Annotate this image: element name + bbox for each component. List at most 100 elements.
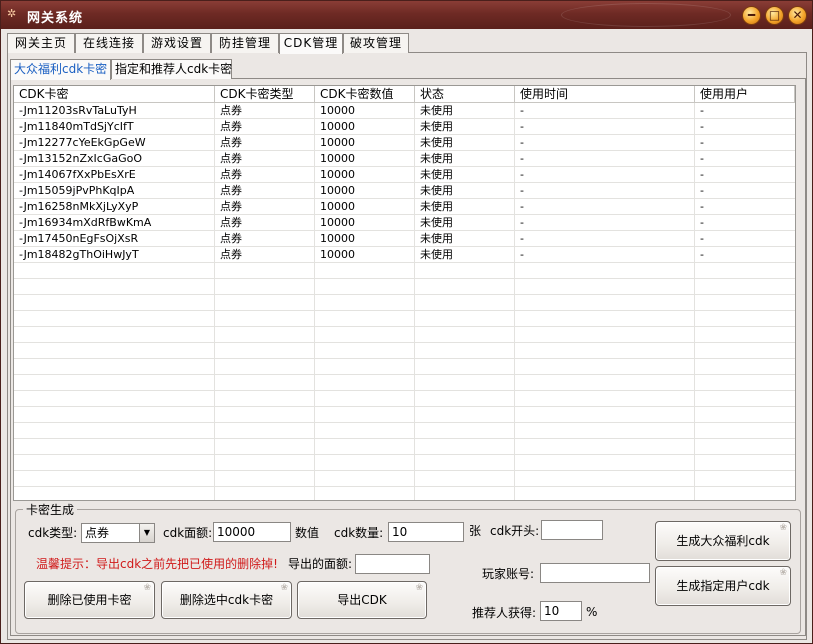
table-row[interactable]: [14, 471, 795, 487]
table-cell: 点券: [215, 215, 315, 231]
table-row[interactable]: -Jm15059jPvPhKqIpA 点券 10000 未使用 - -: [14, 183, 795, 199]
table-row[interactable]: [14, 327, 795, 343]
table-row[interactable]: [14, 375, 795, 391]
table-row[interactable]: -Jm16258nMkXjLyXyP 点券 10000 未使用 - -: [14, 199, 795, 215]
referrer-percent-input[interactable]: 10: [540, 601, 582, 621]
cdk-table[interactable]: CDK卡密 CDK卡密类型 CDK卡密数值 状态 使用时间 使用用户 -Jm11…: [13, 85, 796, 501]
generate-user-cdk-button[interactable]: 生成指定用户cdk ❀: [655, 566, 791, 606]
table-row[interactable]: -Jm16934mXdRfBwKmA 点券 10000 未使用 - -: [14, 215, 795, 231]
tab-game-settings[interactable]: 游戏设置: [143, 33, 211, 53]
tab-label: 在线连接: [82, 36, 135, 50]
chevron-down-icon[interactable]: ▼: [139, 524, 154, 542]
table-row[interactable]: [14, 423, 795, 439]
table-row[interactable]: [14, 439, 795, 455]
table-cell: [515, 263, 695, 279]
table-cell: -: [700, 168, 704, 181]
delete-used-label: 删除已使用卡密: [47, 593, 132, 607]
cdk-prefix-input[interactable]: [541, 520, 603, 540]
table-row[interactable]: -Jm17450nEgFsOjXsR 点券 10000 未使用 - -: [14, 231, 795, 247]
table-cell: [315, 439, 415, 455]
table-cell: -: [515, 215, 695, 231]
close-button[interactable]: ✕: [788, 6, 807, 25]
table-row[interactable]: [14, 359, 795, 375]
tab-anti-cheat[interactable]: 防挂管理: [211, 33, 279, 53]
column-header-used-time[interactable]: 使用时间: [515, 86, 695, 103]
table-cell: [515, 487, 695, 500]
column-header-cdk[interactable]: CDK卡密: [14, 86, 215, 103]
export-cdk-button[interactable]: 导出CDK ❀: [297, 581, 427, 619]
tab-label: 大众福利cdk卡密: [14, 62, 108, 76]
table-row[interactable]: -Jm11840mTdSjYcIfT 点券 10000 未使用 - -: [14, 119, 795, 135]
table-row[interactable]: -Jm11203sRvTaLuTyH 点券 10000 未使用 - -: [14, 103, 795, 119]
table-cell: -Jm14067fXxPbEsXrE: [14, 167, 215, 183]
tab-label: 防挂管理: [218, 36, 271, 50]
table-cell: 点券: [215, 151, 315, 167]
table-cell: 10000: [315, 231, 415, 247]
table-row[interactable]: [14, 295, 795, 311]
table-cell: [315, 311, 415, 327]
table-row[interactable]: -Jm13152nZxIcGaGoO 点券 10000 未使用 - -: [14, 151, 795, 167]
table-row[interactable]: [14, 487, 795, 500]
table-cell: [515, 455, 695, 471]
column-header-status[interactable]: 状态: [415, 86, 515, 103]
column-header-used-user[interactable]: 使用用户: [695, 86, 795, 103]
table-cell: [415, 391, 515, 407]
tab-assigned-referrer-cdk[interactable]: 指定和推荐人cdk卡密: [111, 59, 232, 79]
table-cell: [315, 343, 415, 359]
table-cell: [14, 375, 215, 391]
table-row[interactable]: [14, 455, 795, 471]
tab-online-connections[interactable]: 在线连接: [75, 33, 143, 53]
tab-attack-management[interactable]: 破攻管理: [343, 33, 409, 53]
table-row[interactable]: -Jm12277cYeEkGpGeW 点券 10000 未使用 - -: [14, 135, 795, 151]
table-cell: [215, 407, 315, 423]
table-cell: [415, 375, 515, 391]
table-cell: [315, 263, 415, 279]
table-cell: [415, 471, 515, 487]
table-row[interactable]: [14, 391, 795, 407]
table-cell: [695, 279, 795, 295]
cdk-amount-input[interactable]: 10000: [213, 522, 291, 542]
table-row[interactable]: -Jm14067fXxPbEsXrE 点券 10000 未使用 - -: [14, 167, 795, 183]
table-row[interactable]: [14, 263, 795, 279]
table-cell: [695, 375, 795, 391]
table-cell: -: [515, 103, 695, 119]
table-row[interactable]: [14, 279, 795, 295]
table-cell: -: [700, 104, 704, 117]
column-header-value[interactable]: CDK卡密数值: [315, 86, 415, 103]
delete-used-button[interactable]: 删除已使用卡密 ❀: [24, 581, 155, 619]
tab-public-cdk[interactable]: 大众福利cdk卡密: [10, 59, 111, 80]
title-bar[interactable]: ✲ 网关系统 ━ □ ✕: [1, 1, 812, 29]
cdk-type-select[interactable]: 点券 ▼: [81, 523, 155, 543]
table-cell: [515, 423, 695, 439]
swirl-icon: ❀: [779, 523, 787, 533]
delete-selected-button[interactable]: 删除选中cdk卡密 ❀: [161, 581, 292, 619]
table-cell: [515, 327, 695, 343]
column-header-type[interactable]: CDK卡密类型: [215, 86, 315, 103]
table-cell: -Jm13152nZxIcGaGoO: [14, 151, 215, 167]
table-cell: 未使用: [415, 103, 515, 119]
table-cell: 10000: [315, 183, 415, 199]
table-cell: 10000: [315, 119, 415, 135]
minimize-button[interactable]: ━: [742, 6, 761, 25]
table-row[interactable]: -Jm18482gThOiHwJyT 点券 10000 未使用 - -: [14, 247, 795, 263]
table-cell: [515, 375, 695, 391]
table-row[interactable]: [14, 343, 795, 359]
table-cell: 点券: [215, 103, 315, 119]
table-row[interactable]: [14, 407, 795, 423]
table-cell: [515, 439, 695, 455]
player-account-input[interactable]: [540, 563, 650, 583]
table-row[interactable]: [14, 311, 795, 327]
table-cell: [315, 359, 415, 375]
exported-amount-input[interactable]: [355, 554, 430, 574]
generate-public-cdk-button[interactable]: 生成大众福利cdk ❀: [655, 521, 791, 561]
table-cell: 10000: [315, 135, 415, 151]
table-cell: 未使用: [415, 119, 515, 135]
tab-gateway-home[interactable]: 网关主页: [7, 33, 75, 53]
tab-cdk-management[interactable]: CDK管理: [279, 33, 343, 54]
maximize-button[interactable]: □: [765, 6, 784, 25]
titlebar-decoration: [561, 3, 731, 27]
cdk-count-input[interactable]: 10: [388, 522, 464, 542]
warning-text: 温馨提示：导出cdk之前先把已使用的删除掉!: [36, 557, 278, 571]
table-cell: [215, 343, 315, 359]
table-cell: [695, 455, 795, 471]
